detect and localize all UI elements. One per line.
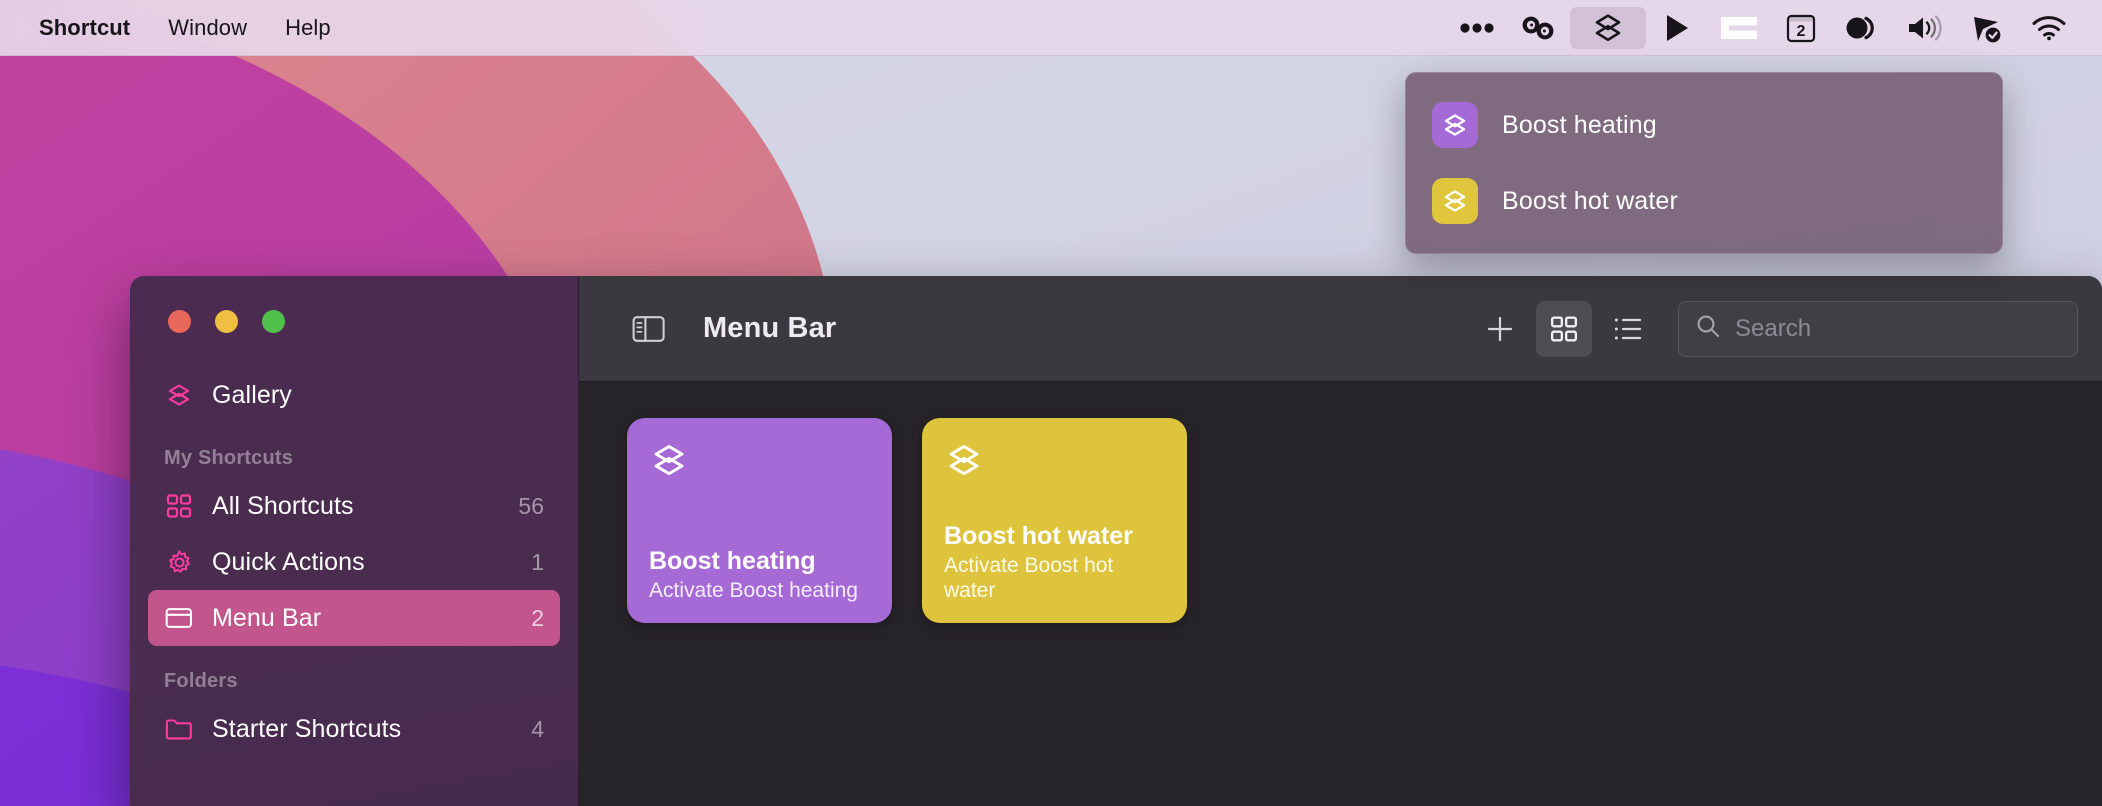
close-button[interactable]	[168, 310, 191, 333]
grid-icon	[164, 493, 194, 519]
gear-icon	[164, 549, 194, 576]
sidebar-item-quick-actions[interactable]: Quick Actions 1	[148, 534, 560, 590]
ellipsis-icon[interactable]	[1446, 7, 1508, 49]
page-title: Menu Bar	[703, 312, 837, 344]
wifi-icon[interactable]	[2018, 7, 2080, 49]
window-traffic-lights	[130, 276, 578, 333]
sidebar-item-gallery[interactable]: Gallery	[148, 367, 560, 423]
sidebar-item-starter-shortcuts[interactable]: Starter Shortcuts 4	[148, 701, 560, 757]
menu-bar-status-items: 2	[1446, 6, 2102, 49]
search-field[interactable]: Search	[1678, 300, 2078, 357]
view-list-button[interactable]	[1600, 301, 1656, 357]
shortcuts-grid: Boost heating Activate Boost heating Boo…	[579, 382, 2102, 806]
shortcuts-menu-icon[interactable]	[1570, 6, 1646, 49]
card-layers-icon	[649, 440, 870, 485]
sidebar-item-all-shortcuts[interactable]: All Shortcuts 56	[148, 478, 560, 534]
view-grid-button[interactable]	[1536, 300, 1592, 357]
card-title: Boost heating	[649, 546, 816, 575]
search-icon	[1695, 313, 1721, 344]
menu-shortcut[interactable]: Shortcut	[20, 11, 149, 45]
card-title: Boost hot water	[944, 521, 1133, 550]
system-menu-bar: Shortcut Window Help 2	[0, 0, 2102, 56]
sidebar-item-count: 4	[531, 715, 544, 742]
maximize-button[interactable]	[262, 310, 285, 333]
cursor-check-icon[interactable]	[1956, 7, 2018, 49]
content-pane: Menu Bar Search Boost heating Activate B…	[579, 276, 2102, 806]
card-layers-icon	[944, 440, 1165, 485]
sidebar-section-folders: Folders	[164, 670, 238, 692]
sidebar-item-label: Starter Shortcuts	[212, 714, 402, 743]
dark-mode-toggle-icon[interactable]	[1832, 7, 1894, 49]
gallery-layers-icon	[164, 381, 194, 409]
folder-icon	[164, 717, 194, 741]
minimize-button[interactable]	[215, 310, 238, 333]
toolbar-actions: Search	[1472, 300, 2088, 357]
sidebar-section-my-shortcuts: My Shortcuts	[164, 447, 294, 469]
calendar-icon[interactable]: 2	[1770, 7, 1832, 49]
volume-icon[interactable]	[1894, 7, 1956, 49]
shortcut-card-boost-hot-water[interactable]: Boost hot water Activate Boost hot water	[922, 418, 1187, 623]
svg-text:2: 2	[1797, 23, 1806, 40]
shortcut-card-boost-heating[interactable]: Boost heating Activate Boost heating	[627, 418, 892, 623]
card-text-block: Boost hot water Activate Boost hot water	[944, 522, 1165, 603]
sidebar-item-count: 2	[531, 604, 544, 631]
menubar-window-icon	[164, 606, 194, 630]
sidebar-item-label: Quick Actions	[212, 547, 365, 576]
menu-help[interactable]: Help	[266, 11, 350, 45]
sidebar-item-label: Gallery	[212, 380, 292, 409]
add-shortcut-button[interactable]	[1472, 301, 1528, 357]
shortcuts-app-window: Gallery My Shortcuts All Shortcuts 56 Qu…	[130, 276, 2102, 806]
control-center-eyes-icon[interactable]	[1508, 7, 1570, 49]
dropdown-item-boost-heating[interactable]: Boost heating	[1406, 87, 2002, 163]
play-icon[interactable]	[1646, 7, 1708, 49]
sidebar: Gallery My Shortcuts All Shortcuts 56 Qu…	[130, 276, 579, 806]
menu-window[interactable]: Window	[149, 11, 266, 45]
toolbar: Menu Bar Search	[579, 276, 2102, 382]
shortcut-icon-purple	[1432, 102, 1478, 148]
sidebar-item-count: 1	[531, 548, 544, 575]
sidebar-item-count: 56	[518, 492, 544, 519]
card-subtitle: Activate Boost hot water	[944, 553, 1114, 602]
sidebar-item-label: All Shortcuts	[212, 491, 354, 520]
dropdown-item-boost-hot-water[interactable]: Boost hot water	[1406, 163, 2002, 239]
dropdown-item-label: Boost hot water	[1502, 186, 1678, 215]
menu-bar-app-menus: Shortcut Window Help	[0, 11, 350, 45]
screen-recording-icon[interactable]	[1708, 7, 1770, 49]
sidebar-item-label: Menu Bar	[212, 603, 322, 632]
sidebar-item-menu-bar[interactable]: Menu Bar 2	[148, 590, 560, 646]
shortcut-icon-yellow	[1432, 178, 1478, 224]
toggle-sidebar-icon[interactable]	[627, 315, 671, 343]
shortcuts-menu-dropdown: Boost heating Boost hot water	[1405, 72, 2003, 254]
search-placeholder: Search	[1735, 314, 1812, 342]
dropdown-item-label: Boost heating	[1502, 110, 1657, 139]
card-subtitle: Activate Boost heating	[649, 578, 858, 602]
card-text-block: Boost heating Activate Boost heating	[649, 547, 870, 603]
